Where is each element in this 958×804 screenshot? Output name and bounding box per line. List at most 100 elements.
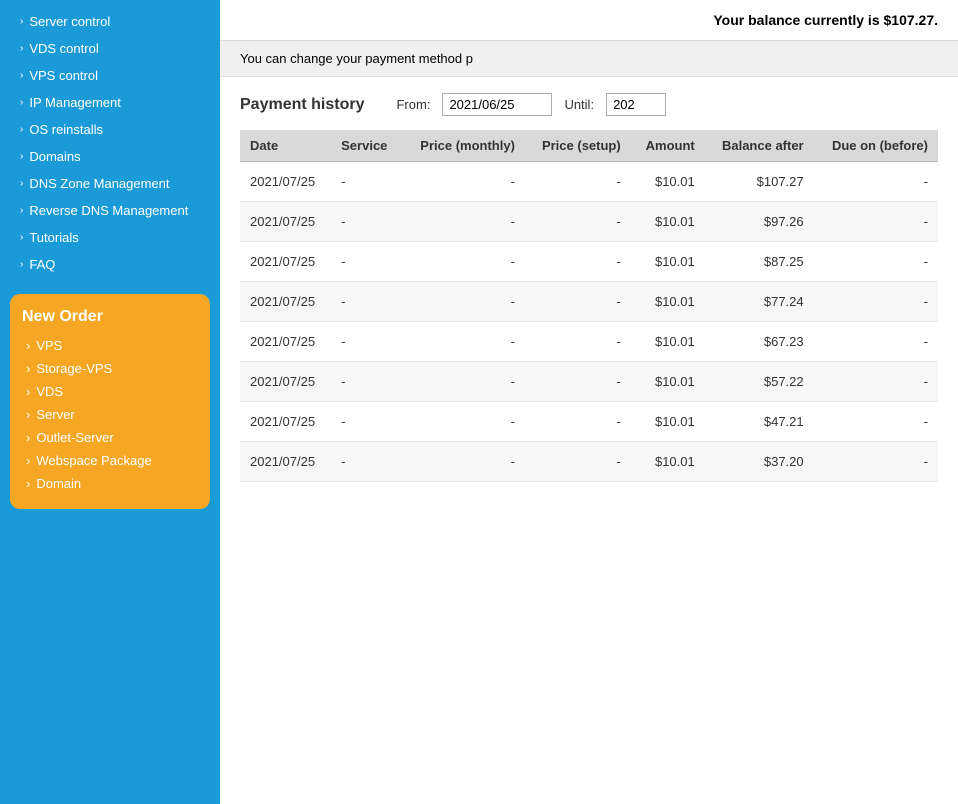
col-service: Service <box>331 130 402 162</box>
cell-balance-after: $87.25 <box>705 242 814 282</box>
chevron-right-icon: › <box>20 97 23 108</box>
cell-due-on: - <box>814 242 938 282</box>
balance-bar: Your balance currently is $107.27. <box>220 0 958 41</box>
balance-text: Your balance currently is $107.27. <box>713 12 938 28</box>
table-row: 2021/07/25 - - - $10.01 $37.20 - <box>240 442 938 482</box>
sidebar-item-label: OS reinstalls <box>29 122 103 137</box>
until-date-input[interactable] <box>606 93 666 116</box>
new-order-box: New Order ›VPS›Storage-VPS›VDS›Server›Ou… <box>10 294 210 509</box>
chevron-right-icon: › <box>26 407 30 422</box>
table-row: 2021/07/25 - - - $10.01 $107.27 - <box>240 162 938 202</box>
sidebar-item-8[interactable]: ›Tutorials <box>0 224 220 251</box>
cell-date: 2021/07/25 <box>240 362 331 402</box>
table-row: 2021/07/25 - - - $10.01 $97.26 - <box>240 202 938 242</box>
sidebar-item-0[interactable]: › Server control <box>0 8 220 35</box>
cell-service: - <box>331 362 402 402</box>
new-order-item-label: Outlet-Server <box>36 430 113 445</box>
cell-price-setup: - <box>525 162 631 202</box>
cell-date: 2021/07/25 <box>240 442 331 482</box>
table-row: 2021/07/25 - - - $10.01 $77.24 - <box>240 282 938 322</box>
cell-balance-after: $97.26 <box>705 202 814 242</box>
chevron-right-icon: › <box>20 205 23 216</box>
sidebar-item-label: VDS control <box>29 41 98 56</box>
new-order-item-3[interactable]: › Server <box>22 403 198 426</box>
cell-service: - <box>331 322 402 362</box>
cell-amount: $10.01 <box>631 202 705 242</box>
new-order-item-0[interactable]: ›VPS <box>22 334 198 357</box>
cell-price-setup: - <box>525 402 631 442</box>
new-order-title: New Order <box>22 308 198 326</box>
new-order-item-5[interactable]: ›Webspace Package <box>22 449 198 472</box>
col-date: Date <box>240 130 331 162</box>
chevron-right-icon: › <box>20 70 23 81</box>
sidebar-item-4[interactable]: ›OS reinstalls <box>0 116 220 143</box>
payment-table-head: Date Service Price (monthly) Price (setu… <box>240 130 938 162</box>
cell-amount: $10.01 <box>631 162 705 202</box>
cell-due-on: - <box>814 362 938 402</box>
cell-price-monthly: - <box>402 442 525 482</box>
cell-price-monthly: - <box>402 242 525 282</box>
sidebar-item-7[interactable]: › Reverse DNS Management <box>0 197 220 224</box>
cell-price-setup: - <box>525 202 631 242</box>
cell-balance-after: $57.22 <box>705 362 814 402</box>
chevron-right-icon: › <box>20 178 23 189</box>
cell-amount: $10.01 <box>631 282 705 322</box>
sidebar-item-label: Server control <box>29 14 110 29</box>
cell-amount: $10.01 <box>631 322 705 362</box>
cell-price-monthly: - <box>402 362 525 402</box>
new-order-item-2[interactable]: ›VDS <box>22 380 198 403</box>
sidebar-item-1[interactable]: › VDS control <box>0 35 220 62</box>
cell-amount: $10.01 <box>631 442 705 482</box>
sidebar-item-label: Reverse DNS Management <box>29 203 188 218</box>
payment-table-header-row: Date Service Price (monthly) Price (setu… <box>240 130 938 162</box>
new-order-item-1[interactable]: ›Storage-VPS <box>22 357 198 380</box>
cell-due-on: - <box>814 162 938 202</box>
col-balance-after: Balance after <box>705 130 814 162</box>
sidebar-item-label: VPS control <box>29 68 98 83</box>
sidebar-item-label: DNS Zone Management <box>29 176 169 191</box>
cell-price-monthly: - <box>402 162 525 202</box>
new-order-item-label: Storage-VPS <box>36 361 112 376</box>
cell-price-setup: - <box>525 282 631 322</box>
cell-balance-after: $107.27 <box>705 162 814 202</box>
cell-price-setup: - <box>525 242 631 282</box>
table-row: 2021/07/25 - - - $10.01 $87.25 - <box>240 242 938 282</box>
new-order-item-4[interactable]: ›Outlet-Server <box>22 426 198 449</box>
cell-date: 2021/07/25 <box>240 202 331 242</box>
payment-history-title: Payment history <box>240 96 364 114</box>
new-order-item-label: Server <box>36 407 74 422</box>
sidebar-item-5[interactable]: ›Domains <box>0 143 220 170</box>
until-label: Until: <box>564 97 594 112</box>
cell-service: - <box>331 202 402 242</box>
sidebar-item-2[interactable]: › VPS control <box>0 62 220 89</box>
cell-balance-after: $77.24 <box>705 282 814 322</box>
chevron-right-icon: › <box>20 43 23 54</box>
cell-date: 2021/07/25 <box>240 322 331 362</box>
new-order-item-6[interactable]: › Domain <box>22 472 198 495</box>
chevron-right-icon: › <box>20 16 23 27</box>
sidebar-item-label: FAQ <box>29 257 55 272</box>
from-date-input[interactable] <box>442 93 552 116</box>
chevron-right-icon: › <box>26 453 30 468</box>
cell-price-setup: - <box>525 362 631 402</box>
cell-amount: $10.01 <box>631 362 705 402</box>
new-order-item-label: Domain <box>36 476 81 491</box>
cell-due-on: - <box>814 442 938 482</box>
col-price-setup: Price (setup) <box>525 130 631 162</box>
sidebar-item-9[interactable]: ›FAQ <box>0 251 220 278</box>
col-due-on: Due on (before) <box>814 130 938 162</box>
chevron-right-icon: › <box>20 151 23 162</box>
payment-table: Date Service Price (monthly) Price (setu… <box>240 130 938 482</box>
cell-date: 2021/07/25 <box>240 242 331 282</box>
new-order-item-label: VPS <box>36 338 62 353</box>
from-label: From: <box>396 97 430 112</box>
cell-date: 2021/07/25 <box>240 162 331 202</box>
payment-history-section: Payment history From: Until: Date Servic… <box>220 77 958 482</box>
chevron-right-icon: › <box>26 476 30 491</box>
sidebar-item-6[interactable]: › DNS Zone Management <box>0 170 220 197</box>
sidebar-item-3[interactable]: ›IP Management <box>0 89 220 116</box>
cell-date: 2021/07/25 <box>240 282 331 322</box>
cell-price-monthly: - <box>402 202 525 242</box>
cell-balance-after: $47.21 <box>705 402 814 442</box>
main-content: Your balance currently is $107.27. You c… <box>220 0 958 804</box>
